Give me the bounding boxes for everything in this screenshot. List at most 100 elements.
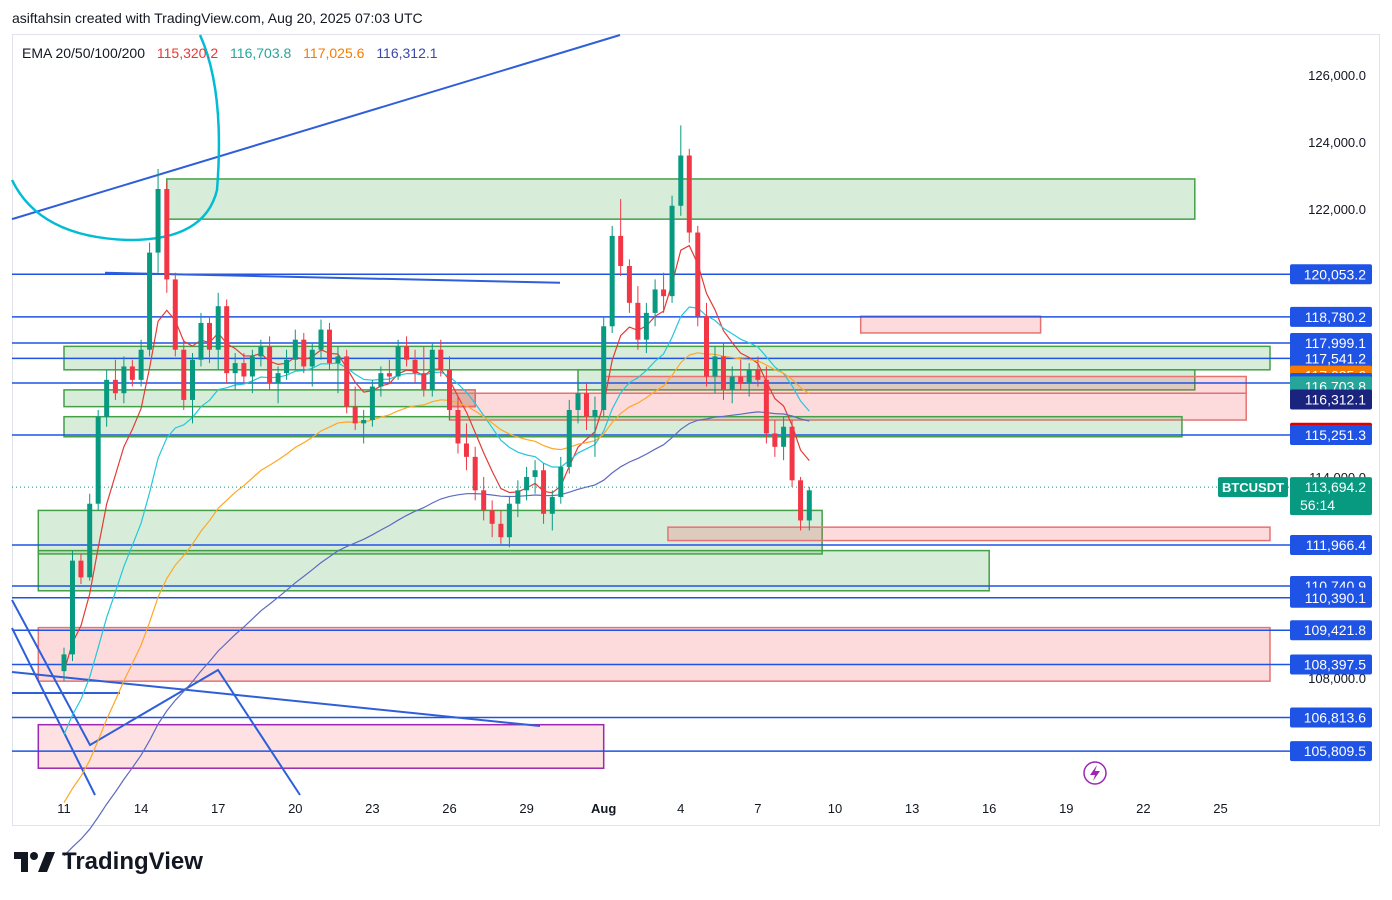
candle-body xyxy=(344,356,350,407)
candle-body xyxy=(592,409,598,417)
candle-body xyxy=(215,306,221,350)
candle-body xyxy=(361,420,367,424)
price-level-tag-text: 108,397.5 xyxy=(1304,657,1366,673)
price-level-tag-text: 120,053.2 xyxy=(1304,266,1366,282)
zone-pink-7 xyxy=(859,315,1042,334)
candle-body xyxy=(326,329,332,364)
zone-pink-12 xyxy=(37,626,1271,682)
candle-body xyxy=(532,470,538,477)
candle-body xyxy=(720,356,726,390)
price-level-tag-text: 118,780.2 xyxy=(1305,309,1366,325)
candle-body xyxy=(129,366,135,380)
candle-body xyxy=(438,349,444,370)
candle-body xyxy=(472,456,478,491)
candle-body xyxy=(249,356,255,377)
candle-countdown: 56:14 xyxy=(1300,497,1335,513)
price-level-tag: 110,390.1 xyxy=(1290,587,1372,608)
candle-body xyxy=(772,433,778,447)
x-axis-tick-label: Aug xyxy=(591,801,616,816)
tradingview-logo[interactable]: TradingView xyxy=(14,848,203,876)
x-axis-tick-label: 13 xyxy=(905,801,919,816)
candle-body xyxy=(198,322,204,360)
candle-body xyxy=(429,349,435,390)
candle-body xyxy=(258,346,264,357)
x-axis-tick-label: 14 xyxy=(134,801,148,816)
candle-body xyxy=(798,480,804,521)
candle-body xyxy=(369,386,375,421)
candle-body xyxy=(352,406,358,424)
chart-canvas[interactable]: 126,000.0124,000.0122,000.0114,000.0108,… xyxy=(0,0,1392,900)
candle-body xyxy=(498,523,504,538)
current-price-tag: BTCUSDT 113,694.2 56:14 xyxy=(1218,477,1372,516)
price-level-tag-text: 105,809.5 xyxy=(1304,743,1366,759)
zone-green-8 xyxy=(63,415,1183,438)
candle-body xyxy=(635,302,641,340)
zone-layer xyxy=(37,178,1271,769)
candle-body xyxy=(378,373,384,387)
zone-pink-10 xyxy=(667,526,1271,542)
candle-body xyxy=(549,497,555,514)
candle-body xyxy=(763,379,769,434)
x-axis-tick-label: 4 xyxy=(677,801,684,816)
lightning-icon-bolt xyxy=(1090,765,1100,781)
lightning-icon xyxy=(1083,761,1107,785)
candle-body xyxy=(78,560,84,578)
candle-body xyxy=(712,356,718,377)
candle-body xyxy=(738,376,744,384)
price-level-tag-text: 110,390.1 xyxy=(1305,590,1366,606)
candle-body xyxy=(412,359,418,374)
candle-body xyxy=(558,466,564,498)
candle-body xyxy=(69,560,75,655)
current-price-value: 113,694.2 xyxy=(1305,479,1366,495)
price-level-tag-text: 106,813.6 xyxy=(1304,710,1366,726)
candle-body xyxy=(267,346,273,384)
candle-body xyxy=(61,654,67,672)
x-axis-tick-label: 11 xyxy=(57,801,71,816)
price-level-tag: 105,809.5 xyxy=(1290,741,1372,762)
price-level-tag: 106,813.6 xyxy=(1290,707,1372,728)
x-axis-tick-label: 22 xyxy=(1136,801,1150,816)
candle-body xyxy=(686,155,692,233)
ema-200-value: 116,312.1 xyxy=(376,45,438,61)
price-level-tag-text: 116,312.1 xyxy=(1305,392,1366,408)
candle-body xyxy=(455,409,461,444)
x-axis-tick-label: 16 xyxy=(982,801,996,816)
candle-body xyxy=(583,393,589,417)
indicator-label: EMA 20/50/100/200 xyxy=(22,45,145,61)
candle-body xyxy=(241,363,247,377)
ema-50-value: 116,703.8 xyxy=(230,45,292,61)
candle-body xyxy=(224,306,230,374)
candle-body xyxy=(138,349,144,380)
price-level-tag: 120,053.2 xyxy=(1290,264,1372,285)
x-axis-tick-label: 25 xyxy=(1213,801,1227,816)
price-level-tag-text: 117,541.2 xyxy=(1305,350,1366,366)
candle-body xyxy=(172,279,178,350)
candle-body xyxy=(147,252,153,350)
ema-20-value: 115,320.2 xyxy=(156,45,219,61)
candle-body xyxy=(669,205,675,297)
candle-body xyxy=(121,366,127,394)
candle-body xyxy=(541,470,547,514)
candle-body xyxy=(626,266,632,303)
candle-body xyxy=(155,189,161,253)
candle-body xyxy=(618,235,624,267)
candle-body xyxy=(524,476,530,491)
candle-body xyxy=(404,346,410,360)
price-level-tag: 111,966.4 xyxy=(1290,535,1372,556)
candle-body xyxy=(206,322,212,350)
price-level-tag-text: 115,251.3 xyxy=(1305,427,1366,443)
y-axis-tick-label: 124,000.0 xyxy=(1308,135,1366,150)
candle-body xyxy=(87,503,93,578)
ticker-symbol: BTCUSDT xyxy=(1222,480,1284,495)
price-level-tag: 116,312.1 xyxy=(1290,389,1372,410)
candle-body xyxy=(301,339,307,367)
tradingview-logo-text: TradingView xyxy=(62,848,203,875)
zone-green-11 xyxy=(37,549,990,592)
candle-body xyxy=(575,393,581,410)
price-level-tag: 117,541.2 xyxy=(1290,348,1372,369)
x-axis-tick-label: 26 xyxy=(442,801,456,816)
zone-purple-13 xyxy=(37,723,605,769)
candle-body xyxy=(95,416,101,504)
candle-body xyxy=(643,312,649,340)
x-axis-tick-label: 10 xyxy=(828,801,842,816)
